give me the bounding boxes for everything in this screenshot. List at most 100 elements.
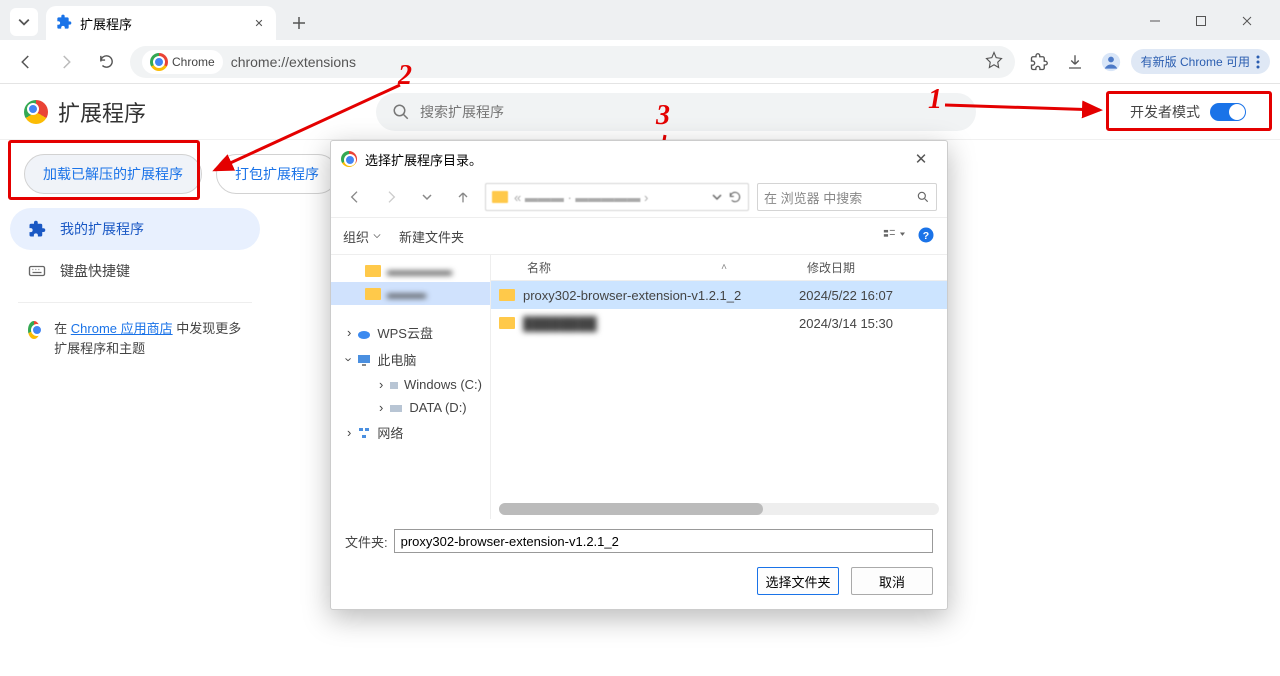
- chrome-webstore-link[interactable]: Chrome 应用商店: [71, 321, 173, 336]
- tab-close-button[interactable]: ✕: [252, 16, 266, 30]
- close-window-button[interactable]: [1224, 6, 1270, 36]
- list-header[interactable]: 名称 ˄ 修改日期: [491, 255, 947, 281]
- dialog-title: 选择扩展程序目录。: [365, 150, 482, 169]
- dialog-toolbar: 组织 新建文件夹 ?: [331, 217, 947, 255]
- site-info-chip[interactable]: Chrome: [142, 50, 223, 74]
- list-row[interactable]: proxy302-browser-extension-v1.2.1_2 2024…: [491, 281, 947, 309]
- new-folder-button[interactable]: 新建文件夹: [399, 227, 464, 246]
- keyboard-icon: [28, 262, 46, 280]
- cancel-button[interactable]: 取消: [851, 567, 933, 595]
- list-row[interactable]: ████████ 2024/3/14 15:30: [491, 309, 947, 337]
- network-icon: [357, 426, 371, 440]
- tab-title: 扩展程序: [80, 14, 132, 33]
- folder-name-input[interactable]: [394, 529, 933, 553]
- toggle-switch[interactable]: [1210, 103, 1246, 121]
- folder-icon: [499, 289, 515, 301]
- tree-item[interactable]: ▬▬▬: [331, 282, 490, 305]
- reload-button[interactable]: [90, 46, 122, 78]
- tree-item-drive-d[interactable]: ›DATA (D:): [331, 396, 490, 419]
- help-button[interactable]: ?: [917, 226, 935, 247]
- minimize-button[interactable]: [1132, 6, 1178, 36]
- extensions-sidebar: 我的扩展程序 键盘快捷键 在 Chrome 应用商店 中发现更多扩展程序和主题: [10, 208, 260, 358]
- dialog-forward-button[interactable]: [377, 183, 405, 211]
- horizontal-scrollbar[interactable]: [499, 503, 939, 515]
- url-text: chrome://extensions: [231, 54, 356, 70]
- profile-button[interactable]: [1095, 46, 1127, 78]
- forward-button[interactable]: [50, 46, 82, 78]
- downloads-button[interactable]: [1059, 46, 1091, 78]
- organize-menu[interactable]: 组织: [343, 227, 381, 246]
- sidebar-item-label: 键盘快捷键: [60, 261, 130, 281]
- refresh-icon[interactable]: [728, 190, 742, 204]
- search-icon: [916, 190, 930, 204]
- sidebar-item-my-extensions[interactable]: 我的扩展程序: [10, 208, 260, 250]
- extensions-icon: [28, 220, 46, 238]
- search-extensions-box[interactable]: [376, 93, 976, 131]
- file-name: proxy302-browser-extension-v1.2.1_2: [523, 288, 791, 303]
- folder-icon: [499, 317, 515, 329]
- chevron-down-icon[interactable]: [712, 192, 722, 202]
- pc-icon: [357, 353, 371, 367]
- url-box[interactable]: Chrome chrome://extensions: [130, 46, 1015, 78]
- tab-search-button[interactable]: [10, 8, 38, 36]
- chrome-logo-icon: [24, 100, 48, 124]
- dialog-close-button[interactable]: ✕: [905, 145, 937, 173]
- dialog-file-list: 名称 ˄ 修改日期 proxy302-browser-extension-v1.…: [491, 255, 947, 519]
- folder-name-label: 文件夹:: [345, 532, 388, 551]
- chrome-logo-icon: [341, 151, 357, 167]
- view-menu-button[interactable]: [883, 227, 905, 246]
- chrome-chip-label: Chrome: [172, 55, 215, 69]
- dialog-folder-tree: ▬▬▬▬▬ ▬▬▬ ›WPS云盘 ›此电脑 ›Windows (C:) ›DAT…: [331, 255, 491, 519]
- file-date: 2024/3/14 15:30: [799, 316, 939, 331]
- chrome-logo-icon: [150, 53, 168, 71]
- sidebar-item-shortcuts[interactable]: 键盘快捷键: [10, 250, 260, 292]
- dialog-footer: 文件夹: 选择文件夹 取消: [331, 519, 947, 609]
- folder-icon: [492, 191, 508, 203]
- search-icon: [392, 103, 410, 121]
- bookmark-star-button[interactable]: [985, 51, 1003, 72]
- browser-tab[interactable]: 扩展程序 ✕: [46, 6, 276, 40]
- dialog-title-bar[interactable]: 选择扩展程序目录。 ✕: [331, 141, 947, 177]
- dialog-up-button[interactable]: [449, 183, 477, 211]
- file-name: ████████: [523, 316, 791, 331]
- page-title: 扩展程序: [24, 96, 146, 128]
- svg-text:?: ?: [923, 229, 929, 241]
- select-folder-button[interactable]: 选择文件夹: [757, 567, 839, 595]
- dialog-search-placeholder: 在 浏览器 中搜索: [764, 188, 862, 207]
- dialog-search-box[interactable]: 在 浏览器 中搜索: [757, 183, 937, 211]
- browser-tab-bar: 扩展程序 ✕: [0, 0, 1280, 40]
- maximize-button[interactable]: [1178, 6, 1224, 36]
- dialog-nav-row: « ▬▬▬ · ▬▬▬▬▬ › 在 浏览器 中搜索: [331, 177, 947, 217]
- search-input[interactable]: [420, 104, 960, 120]
- new-tab-button[interactable]: [286, 10, 312, 36]
- column-date[interactable]: 修改日期: [807, 259, 947, 276]
- dialog-back-button[interactable]: [341, 183, 369, 211]
- folder-picker-dialog: 选择扩展程序目录。 ✕ « ▬▬▬ · ▬▬▬▬▬ › 在 浏览器 中搜索 组织…: [330, 140, 948, 610]
- annotation-number-1: 1: [928, 84, 942, 116]
- promo-text: 在 Chrome 应用商店 中发现更多扩展程序和主题: [54, 319, 242, 358]
- column-name[interactable]: 名称: [491, 259, 721, 276]
- annotation-number-2: 2: [398, 60, 412, 92]
- address-bar: Chrome chrome://extensions 有新版 Chrome 可用: [0, 40, 1280, 84]
- tree-item[interactable]: ▬▬▬▬▬: [331, 259, 490, 282]
- back-button[interactable]: [10, 46, 42, 78]
- extensions-header: 扩展程序 开发者模式: [0, 84, 1280, 140]
- window-controls: [1132, 6, 1270, 36]
- pack-extension-button[interactable]: 打包扩展程序: [216, 154, 338, 194]
- extension-icon: [56, 14, 72, 33]
- annotation-number-3: 3: [656, 100, 670, 132]
- tree-item-network[interactable]: ›网络: [331, 419, 490, 446]
- extensions-menu-button[interactable]: [1023, 46, 1055, 78]
- dialog-breadcrumb-path[interactable]: « ▬▬▬ · ▬▬▬▬▬ ›: [485, 183, 749, 211]
- chrome-logo-icon: [28, 321, 40, 339]
- dialog-dropdown-button[interactable]: [413, 183, 441, 211]
- sidebar-webstore-promo: 在 Chrome 应用商店 中发现更多扩展程序和主题: [10, 313, 260, 358]
- sidebar-divider: [18, 302, 252, 303]
- developer-mode-toggle[interactable]: 开发者模式: [1120, 96, 1256, 128]
- tree-item-drive-c[interactable]: ›Windows (C:): [331, 373, 490, 396]
- tree-item-wps[interactable]: ›WPS云盘: [331, 319, 490, 346]
- tree-item-this-pc[interactable]: ›此电脑: [331, 346, 490, 373]
- chrome-update-button[interactable]: 有新版 Chrome 可用: [1131, 49, 1270, 74]
- developer-mode-label: 开发者模式: [1130, 102, 1200, 122]
- load-unpacked-button[interactable]: 加载已解压的扩展程序: [24, 154, 202, 194]
